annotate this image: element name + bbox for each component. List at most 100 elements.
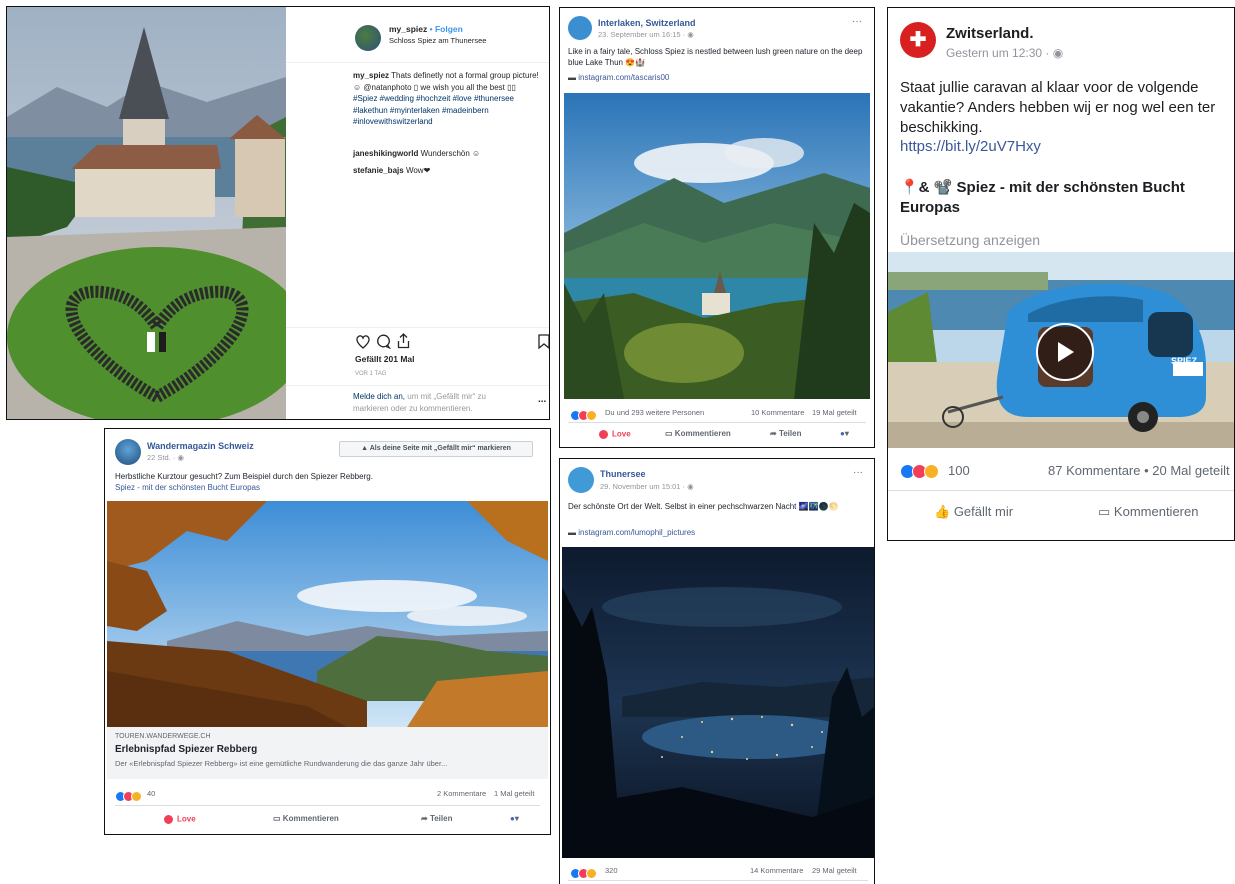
comment: stefanie_bajs Wow❤ <box>353 165 547 177</box>
comment-icon: ▭ <box>1098 504 1111 519</box>
post-date: 23. September um 16:15 · ◉ <box>598 30 694 39</box>
post-date: 29. November um 15:01 · ◉ <box>600 482 694 491</box>
share-count[interactable]: 1 Mal geteilt <box>494 789 534 798</box>
heart-icon[interactable] <box>355 334 371 349</box>
comment-username[interactable]: stefanie_bajs <box>353 166 404 175</box>
divider <box>286 62 549 63</box>
login-prompt: Melde dich an, um mit „Gefällt mir“ zu m… <box>353 391 523 414</box>
avatar[interactable]: ✚ <box>900 22 936 58</box>
reaction-summary[interactable]: Du und 293 weitere Personen <box>605 408 704 417</box>
caption-username[interactable]: my_spiez <box>353 71 389 80</box>
globe-icon: ◉ <box>687 30 694 39</box>
night-lake-photo[interactable] <box>562 547 874 858</box>
comment-button[interactable]: ▭ Kommentieren <box>1098 504 1198 520</box>
avatar[interactable] <box>115 439 141 465</box>
avatar[interactable] <box>355 25 381 51</box>
location[interactable]: Schloss Spiez am Thunersee <box>389 36 486 45</box>
link-preview[interactable]: TOUREN.WANDERWEGE.CH Erlebnispfad Spieze… <box>107 727 548 779</box>
divider <box>286 385 549 386</box>
avatar[interactable] <box>568 16 592 40</box>
divider <box>568 422 866 423</box>
facebook-post-thunersee: Thunersee 29. November um 15:01 · ◉ ··· … <box>559 458 875 884</box>
comment-icon: ▭ <box>273 814 281 823</box>
love-icon <box>598 429 609 440</box>
vineyard-lake-photo[interactable] <box>107 501 548 727</box>
globe-icon: ◉ <box>1052 46 1064 60</box>
wedding-castle-photo <box>7 7 286 419</box>
reaction-icons[interactable] <box>115 788 142 806</box>
comment-count[interactable]: 10 Kommentare <box>751 408 804 417</box>
camera-icon: ▬ <box>568 73 576 82</box>
post-date: 22 Std. · ◉ <box>147 453 184 462</box>
comment-count[interactable]: 2 Kommentare <box>437 789 486 798</box>
castle-lake-photo[interactable] <box>564 93 870 399</box>
facebook-post-wandermagazin: Wandermagazin Schweiz 22 Std. · ◉ ▲ Als … <box>104 428 551 835</box>
likes-count[interactable]: Gefällt 201 Mal <box>355 354 415 364</box>
pin-camera-icons: 📍& 📽️ <box>900 179 953 196</box>
page-name[interactable]: Zwitserland. <box>946 25 1034 42</box>
comment-text: Wunderschön ☺ <box>420 149 481 158</box>
link-title: Erlebnispfad Spiezer Rebberg <box>115 744 258 755</box>
love-button[interactable]: Love <box>598 429 631 440</box>
divider <box>286 327 549 328</box>
comment-button[interactable]: ▭ Kommentieren <box>273 814 339 823</box>
reaction-count[interactable]: 40 <box>147 789 155 798</box>
audience-selector[interactable]: ●▾ <box>840 429 849 438</box>
avatar[interactable] <box>568 467 594 493</box>
page-name[interactable]: Wandermagazin Schweiz <box>147 441 254 451</box>
reaction-count[interactable]: 320 <box>605 866 618 875</box>
link-description: Der «Erlebnispfad Spiezer Rebberg» ist e… <box>115 759 448 768</box>
reaction-icons[interactable] <box>900 463 939 481</box>
more-options-icon[interactable]: ··· <box>853 467 863 478</box>
page-name[interactable]: Interlaken, Switzerland <box>598 18 696 28</box>
comment-icon[interactable] <box>376 334 391 349</box>
post-text: Der schönste Ort der Welt. Selbst in ein… <box>568 502 839 511</box>
share-icon: ➦ <box>770 429 777 438</box>
hashtags[interactable]: #Spiez #wedding #hochzeit #love #thuners… <box>353 93 547 128</box>
camera-icon: ▬ <box>568 528 576 537</box>
article-link[interactable]: Spiez - mit der schönsten Bucht Europas <box>115 482 260 493</box>
thumbs-up-icon: 👍 <box>934 504 951 519</box>
share-button[interactable]: ➦ Teilen <box>421 814 452 823</box>
instagram-link[interactable]: ▬ instagram.com/lumophil_pictures <box>568 527 695 538</box>
divider <box>568 880 868 881</box>
like-button[interactable]: 👍 Gefällt mir <box>934 504 1013 520</box>
short-link[interactable]: https://bit.ly/2uV7Hxy <box>900 138 1041 155</box>
love-button[interactable]: Love <box>163 814 196 825</box>
share-icon[interactable] <box>396 333 411 349</box>
post-text: Staat jullie caravan al klaar voor de vo… <box>900 79 1216 136</box>
spiez-badge: SPIEZ <box>1171 356 1198 366</box>
link-domain: TOUREN.WANDERWEGE.CH <box>115 733 211 740</box>
follow-button[interactable]: • Folgen <box>430 24 463 34</box>
comment-username[interactable]: janeshikingworld <box>353 149 418 158</box>
translate-link[interactable]: Übersetzung anzeigen <box>900 232 1040 248</box>
username[interactable]: my_spiez <box>389 24 427 34</box>
divider <box>115 805 540 806</box>
share-icon: ➦ <box>421 814 428 823</box>
thumbs-up-icon: ▲ <box>361 445 369 452</box>
reaction-count[interactable]: 100 <box>948 463 970 478</box>
like-page-button[interactable]: ▲ Als deine Seite mit „Gefällt mir“ mark… <box>339 441 533 457</box>
share-count[interactable]: 29 Mal geteilt <box>812 866 857 875</box>
share-count[interactable]: 19 Mal geteilt <box>812 408 857 417</box>
comment-button[interactable]: ▭ Kommentieren <box>665 429 731 438</box>
love-icon <box>163 814 174 825</box>
more-options-icon[interactable]: ··· <box>852 16 862 27</box>
bookmark-icon[interactable] <box>538 334 549 349</box>
caption: my_spiez Thats definetly not a formal gr… <box>353 70 547 128</box>
share-button[interactable]: ➦ Teilen <box>770 429 801 438</box>
comment-icon: ▭ <box>665 429 673 438</box>
comment-share-stats[interactable]: 87 Kommentare • 20 Mal geteilt <box>1048 463 1230 478</box>
headline: 📍& 📽️ Spiez - mit der schönsten Bucht Eu… <box>900 179 1185 216</box>
audience-selector[interactable]: ●▾ <box>510 814 519 823</box>
login-link[interactable]: Melde dich an, <box>353 392 405 401</box>
facebook-post-zwitserland: ✚ Zwitserland. Gestern um 12:30 · ◉ Staa… <box>887 7 1235 541</box>
comment-count[interactable]: 14 Kommentare <box>750 866 803 875</box>
page-name[interactable]: Thunersee <box>600 469 646 479</box>
globe-icon: ● <box>840 429 845 438</box>
comment: janeshikingworld Wunderschön ☺ <box>353 148 547 160</box>
more-options-icon[interactable]: ... <box>538 394 546 405</box>
instagram-link[interactable]: ▬ instagram.com/tascaris00 <box>568 72 669 83</box>
play-button[interactable] <box>1036 323 1094 381</box>
facebook-post-interlaken: Interlaken, Switzerland 23. September um… <box>559 7 875 448</box>
